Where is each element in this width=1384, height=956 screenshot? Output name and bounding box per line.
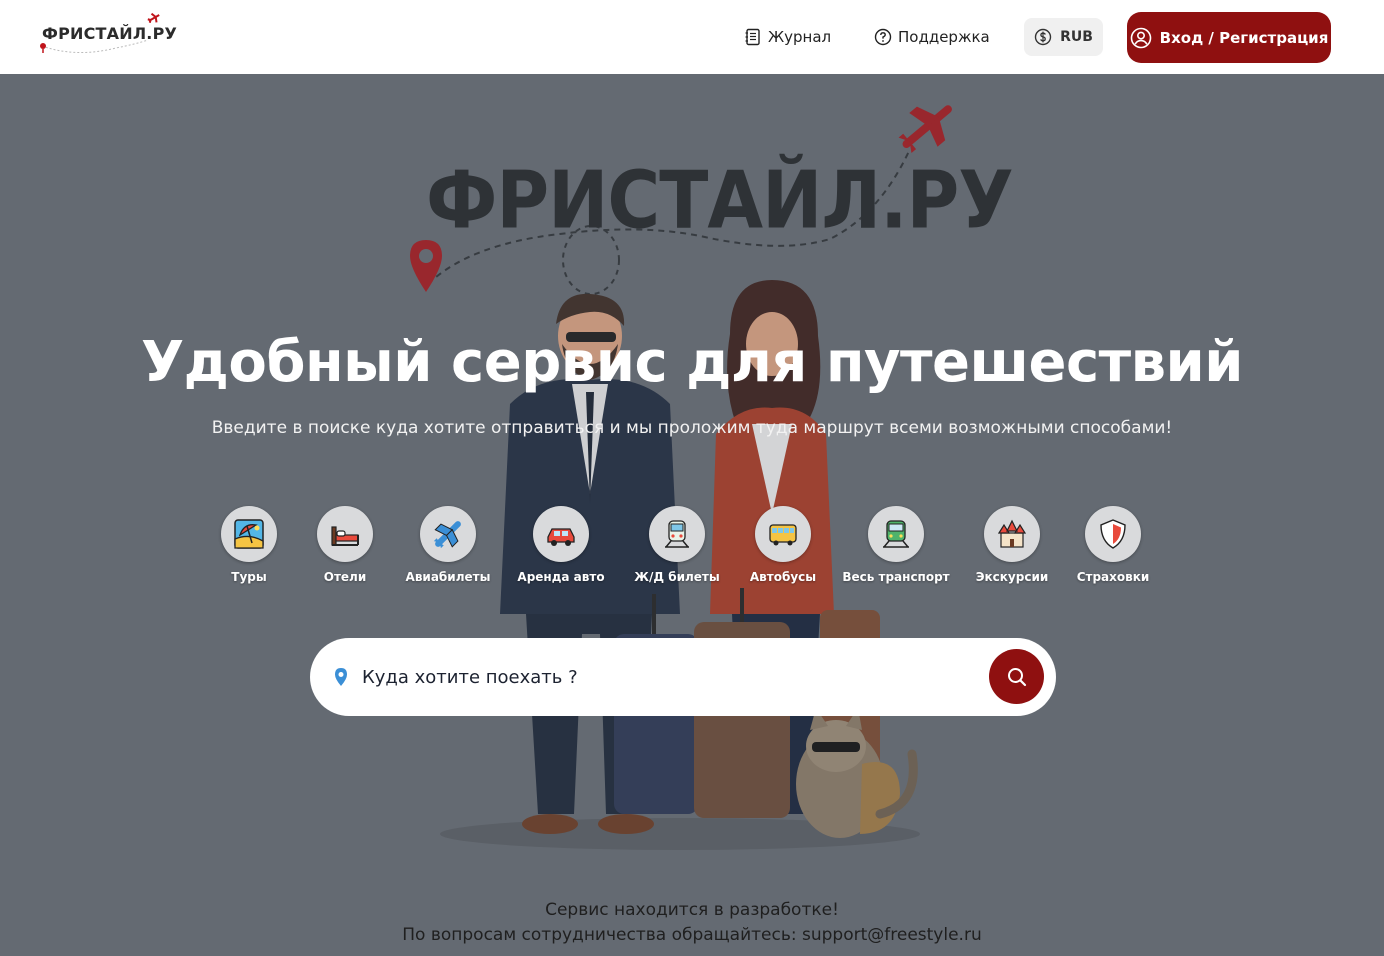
category-train-label: Ж/Д билеты (634, 570, 720, 584)
category-all-transport[interactable]: Весь транспорт (836, 506, 956, 584)
login-register-label: Вход / Регистрация (1159, 28, 1329, 47)
category-tours-circle (221, 506, 277, 562)
shield-icon (1100, 519, 1126, 549)
category-excursions-circle (984, 506, 1040, 562)
category-flights[interactable]: Авиабилеты (388, 506, 508, 584)
nav-journal-label: Журнал (768, 28, 832, 46)
category-car-rental[interactable]: Аренда авто (501, 506, 621, 584)
car-icon (547, 528, 575, 546)
category-excursions-label: Экскурсии (975, 570, 1049, 584)
category-buses[interactable]: Автобусы (723, 506, 843, 584)
currency-selector[interactable]: RUB (1024, 18, 1103, 56)
beach-icon (234, 519, 264, 549)
category-all-transport-label: Весь транспорт (842, 570, 950, 584)
bus-icon (769, 524, 797, 546)
top-header: ФРИСТАЙЛ.РУ Журнал Поддержка RUB Вход / … (0, 0, 1384, 74)
category-buses-circle (755, 506, 811, 562)
logo-text: ФРИСТАЙЛ.РУ (42, 24, 178, 43)
hero-section: ФРИСТАЙЛ.РУ Удобный сервис для путешеств… (0, 74, 1384, 956)
development-notice: Сервис находится в разработке! По вопрос… (0, 898, 1384, 948)
currency-label: RUB (1060, 29, 1093, 45)
castle-icon (997, 519, 1027, 548)
development-notice-line1: Сервис находится в разработке! (545, 900, 839, 920)
category-tours-label: Туры (231, 570, 267, 584)
destination-search-bar (310, 638, 1056, 716)
search-button[interactable] (989, 649, 1044, 704)
category-insurance-label: Страховки (1076, 570, 1150, 584)
hero-title: Удобный сервис для путешествий (140, 330, 1244, 395)
hero-subtitle: Введите в поиске куда хотите отправиться… (211, 418, 1173, 438)
category-car-rental-label: Аренда авто (517, 570, 605, 584)
search-icon (1007, 667, 1026, 686)
category-hotels-label: Отели (323, 570, 367, 584)
hero-brand-logo: ФРИСТАЙЛ.РУ (426, 153, 1014, 247)
category-flights-label: Авиабилеты (405, 570, 491, 584)
category-insurance[interactable]: Страховки (1053, 506, 1173, 584)
category-insurance-circle (1085, 506, 1141, 562)
journal-icon (745, 28, 760, 46)
transport-icon (883, 520, 909, 548)
category-all-transport-circle (868, 506, 924, 562)
airplane-icon (433, 521, 461, 549)
location-pin-icon (335, 668, 347, 686)
login-register-button[interactable]: Вход / Регистрация (1127, 12, 1331, 63)
nav-support-label: Поддержка (898, 28, 990, 46)
train-icon (665, 520, 689, 548)
development-notice-line2: По вопросам сотрудничества обращайтесь: … (402, 925, 982, 945)
category-car-rental-circle (533, 506, 589, 562)
bed-icon (331, 526, 359, 546)
site-logo[interactable]: ФРИСТАЙЛ.РУ (36, 10, 177, 56)
category-hotels-circle (317, 506, 373, 562)
category-flights-circle (420, 506, 476, 562)
nav-support-link[interactable]: Поддержка (874, 24, 990, 50)
category-hotels[interactable]: Отели (285, 506, 405, 584)
category-buses-label: Автобусы (749, 570, 817, 584)
category-train[interactable]: Ж/Д билеты (617, 506, 737, 584)
dollar-coin-icon (1034, 28, 1052, 46)
help-circle-icon (874, 28, 892, 46)
category-train-circle (649, 506, 705, 562)
service-categories: Туры Отели Авиабилеты Аренда авто Ж/Д би… (0, 506, 1384, 596)
nav-journal-link[interactable]: Журнал (744, 24, 831, 50)
destination-search-input[interactable] (362, 658, 962, 696)
user-circle-icon (1130, 27, 1151, 48)
